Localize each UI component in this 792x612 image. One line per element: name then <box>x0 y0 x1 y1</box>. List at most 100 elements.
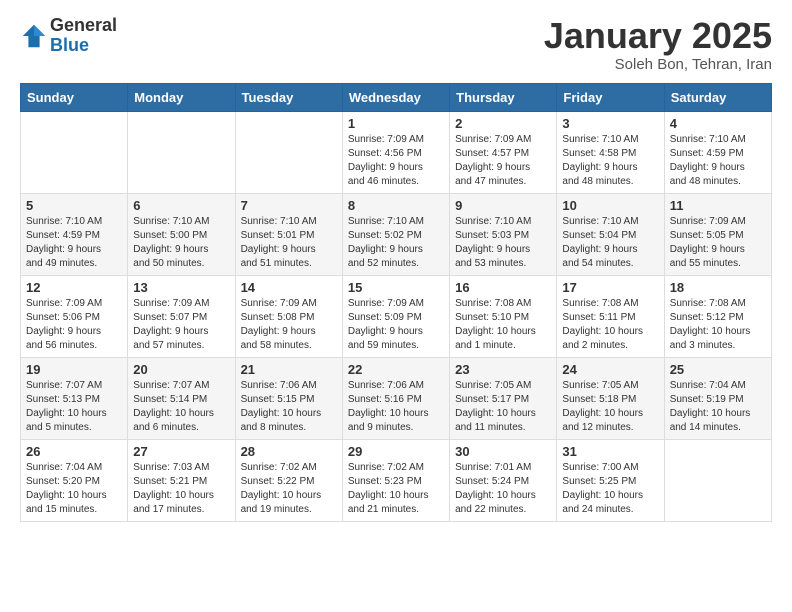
calendar-cell: 15 Sunrise: 7:09 AM Sunset: 5:09 PM Dayli… <box>342 275 449 357</box>
day-info: Sunrise: 7:10 AM Sunset: 4:59 PM Dayligh… <box>26 215 122 271</box>
page: General Blue January 2025 Soleh Bon, Teh… <box>0 0 792 538</box>
day-info: Sunrise: 7:09 AM Sunset: 4:57 PM Dayligh… <box>455 133 551 189</box>
day-number: 11 <box>670 198 766 213</box>
calendar-table: Sunday Monday Tuesday Wednesday Thursday… <box>20 83 772 522</box>
logo: General Blue <box>20 16 117 56</box>
calendar-cell: 14 Sunrise: 7:09 AM Sunset: 5:08 PM Dayli… <box>235 275 342 357</box>
calendar-cell: 7Sunrise: 7:10 AM Sunset: 5:01 PM Daylig… <box>235 193 342 275</box>
day-number: 23 <box>455 362 551 377</box>
day-info: Sunrise: 7:08 AM Sunset: 5:10 PM Dayligh… <box>455 297 551 353</box>
day-info: Sunrise: 7:06 AM Sunset: 5:16 PM Dayligh… <box>348 379 444 435</box>
calendar-cell: 29 Sunrise: 7:02 AM Sunset: 5:23 PM Dayli… <box>342 439 449 521</box>
calendar-cell: 13Sunrise: 7:09 AM Sunset: 5:07 PM Dayli… <box>128 275 235 357</box>
day-info: Sunrise: 7:10 AM Sunset: 4:58 PM Dayligh… <box>562 133 658 189</box>
day-number: 29 <box>348 444 444 459</box>
calendar-cell: 2 Sunrise: 7:09 AM Sunset: 4:57 PM Daylig… <box>450 111 557 193</box>
day-number: 22 <box>348 362 444 377</box>
day-number: 17 <box>562 280 658 295</box>
day-info: Sunrise: 7:02 AM Sunset: 5:23 PM Dayligh… <box>348 461 444 517</box>
day-info: Sunrise: 7:07 AM Sunset: 5:14 PM Dayligh… <box>133 379 229 435</box>
col-wednesday: Wednesday <box>342 83 449 111</box>
day-info: Sunrise: 7:10 AM Sunset: 4:59 PM Dayligh… <box>670 133 766 189</box>
day-info: Sunrise: 7:00 AM Sunset: 5:25 PM Dayligh… <box>562 461 658 517</box>
day-number: 5 <box>26 198 122 213</box>
logo-general-text: General <box>50 16 117 36</box>
day-number: 31 <box>562 444 658 459</box>
day-number: 24 <box>562 362 658 377</box>
day-number: 16 <box>455 280 551 295</box>
calendar-cell: 27 Sunrise: 7:03 AM Sunset: 5:21 PM Dayli… <box>128 439 235 521</box>
logo-blue-text: Blue <box>50 36 117 56</box>
day-number: 21 <box>241 362 337 377</box>
day-info: Sunrise: 7:04 AM Sunset: 5:19 PM Dayligh… <box>670 379 766 435</box>
calendar-cell: 16 Sunrise: 7:08 AM Sunset: 5:10 PM Dayli… <box>450 275 557 357</box>
col-saturday: Saturday <box>664 83 771 111</box>
day-info: Sunrise: 7:09 AM Sunset: 5:09 PM Dayligh… <box>348 297 444 353</box>
day-number: 10 <box>562 198 658 213</box>
col-monday: Monday <box>128 83 235 111</box>
calendar-week-2: 5 Sunrise: 7:10 AM Sunset: 4:59 PM Daylig… <box>21 193 772 275</box>
day-number: 15 <box>348 280 444 295</box>
calendar-cell: 9 Sunrise: 7:10 AM Sunset: 5:03 PM Daylig… <box>450 193 557 275</box>
day-info: Sunrise: 7:05 AM Sunset: 5:17 PM Dayligh… <box>455 379 551 435</box>
day-info: Sunrise: 7:02 AM Sunset: 5:22 PM Dayligh… <box>241 461 337 517</box>
calendar-cell: 10 Sunrise: 7:10 AM Sunset: 5:04 PM Dayli… <box>557 193 664 275</box>
day-info: Sunrise: 7:08 AM Sunset: 5:11 PM Dayligh… <box>562 297 658 353</box>
calendar-cell: 24Sunrise: 7:05 AM Sunset: 5:18 PM Dayli… <box>557 357 664 439</box>
day-info: Sunrise: 7:09 AM Sunset: 5:06 PM Dayligh… <box>26 297 122 353</box>
col-thursday: Thursday <box>450 83 557 111</box>
day-number: 28 <box>241 444 337 459</box>
calendar-cell <box>664 439 771 521</box>
day-info: Sunrise: 7:10 AM Sunset: 5:04 PM Dayligh… <box>562 215 658 271</box>
calendar-week-5: 26Sunrise: 7:04 AM Sunset: 5:20 PM Dayli… <box>21 439 772 521</box>
calendar-cell: 1 Sunrise: 7:09 AM Sunset: 4:56 PM Daylig… <box>342 111 449 193</box>
header: General Blue January 2025 Soleh Bon, Teh… <box>20 16 772 73</box>
calendar-cell: 8 Sunrise: 7:10 AM Sunset: 5:02 PM Daylig… <box>342 193 449 275</box>
day-info: Sunrise: 7:03 AM Sunset: 5:21 PM Dayligh… <box>133 461 229 517</box>
day-info: Sunrise: 7:10 AM Sunset: 5:02 PM Dayligh… <box>348 215 444 271</box>
day-info: Sunrise: 7:09 AM Sunset: 4:56 PM Dayligh… <box>348 133 444 189</box>
day-info: Sunrise: 7:09 AM Sunset: 5:05 PM Dayligh… <box>670 215 766 271</box>
day-number: 2 <box>455 116 551 131</box>
calendar-week-4: 19Sunrise: 7:07 AM Sunset: 5:13 PM Dayli… <box>21 357 772 439</box>
header-row: Sunday Monday Tuesday Wednesday Thursday… <box>21 83 772 111</box>
day-number: 27 <box>133 444 229 459</box>
day-number: 19 <box>26 362 122 377</box>
day-number: 18 <box>670 280 766 295</box>
day-info: Sunrise: 7:09 AM Sunset: 5:08 PM Dayligh… <box>241 297 337 353</box>
col-friday: Friday <box>557 83 664 111</box>
calendar-cell: 21 Sunrise: 7:06 AM Sunset: 5:15 PM Dayli… <box>235 357 342 439</box>
day-info: Sunrise: 7:06 AM Sunset: 5:15 PM Dayligh… <box>241 379 337 435</box>
calendar-cell: 31 Sunrise: 7:00 AM Sunset: 5:25 PM Dayli… <box>557 439 664 521</box>
day-info: Sunrise: 7:09 AM Sunset: 5:07 PM Dayligh… <box>133 297 229 353</box>
calendar-cell: 5 Sunrise: 7:10 AM Sunset: 4:59 PM Daylig… <box>21 193 128 275</box>
calendar-header: Sunday Monday Tuesday Wednesday Thursday… <box>21 83 772 111</box>
logo-icon <box>20 22 48 50</box>
day-number: 14 <box>241 280 337 295</box>
calendar-cell: 4 Sunrise: 7:10 AM Sunset: 4:59 PM Daylig… <box>664 111 771 193</box>
day-info: Sunrise: 7:04 AM Sunset: 5:20 PM Dayligh… <box>26 461 122 517</box>
col-tuesday: Tuesday <box>235 83 342 111</box>
month-title: January 2025 <box>544 16 772 56</box>
day-number: 9 <box>455 198 551 213</box>
calendar-cell: 30Sunrise: 7:01 AM Sunset: 5:24 PM Dayli… <box>450 439 557 521</box>
day-number: 8 <box>348 198 444 213</box>
calendar-cell: 19Sunrise: 7:07 AM Sunset: 5:13 PM Dayli… <box>21 357 128 439</box>
day-number: 1 <box>348 116 444 131</box>
day-info: Sunrise: 7:08 AM Sunset: 5:12 PM Dayligh… <box>670 297 766 353</box>
col-sunday: Sunday <box>21 83 128 111</box>
calendar-cell: 12 Sunrise: 7:09 AM Sunset: 5:06 PM Dayli… <box>21 275 128 357</box>
day-info: Sunrise: 7:10 AM Sunset: 5:03 PM Dayligh… <box>455 215 551 271</box>
day-number: 3 <box>562 116 658 131</box>
calendar-cell: 23 Sunrise: 7:05 AM Sunset: 5:17 PM Dayli… <box>450 357 557 439</box>
calendar-cell: 17 Sunrise: 7:08 AM Sunset: 5:11 PM Dayli… <box>557 275 664 357</box>
calendar-cell <box>128 111 235 193</box>
calendar-cell: 25Sunrise: 7:04 AM Sunset: 5:19 PM Dayli… <box>664 357 771 439</box>
day-info: Sunrise: 7:10 AM Sunset: 5:01 PM Dayligh… <box>241 215 337 271</box>
day-number: 12 <box>26 280 122 295</box>
calendar-cell: 20Sunrise: 7:07 AM Sunset: 5:14 PM Dayli… <box>128 357 235 439</box>
calendar-week-1: 1 Sunrise: 7:09 AM Sunset: 4:56 PM Daylig… <box>21 111 772 193</box>
calendar-cell: 22 Sunrise: 7:06 AM Sunset: 5:16 PM Dayli… <box>342 357 449 439</box>
day-number: 4 <box>670 116 766 131</box>
calendar-cell: 28 Sunrise: 7:02 AM Sunset: 5:22 PM Dayli… <box>235 439 342 521</box>
